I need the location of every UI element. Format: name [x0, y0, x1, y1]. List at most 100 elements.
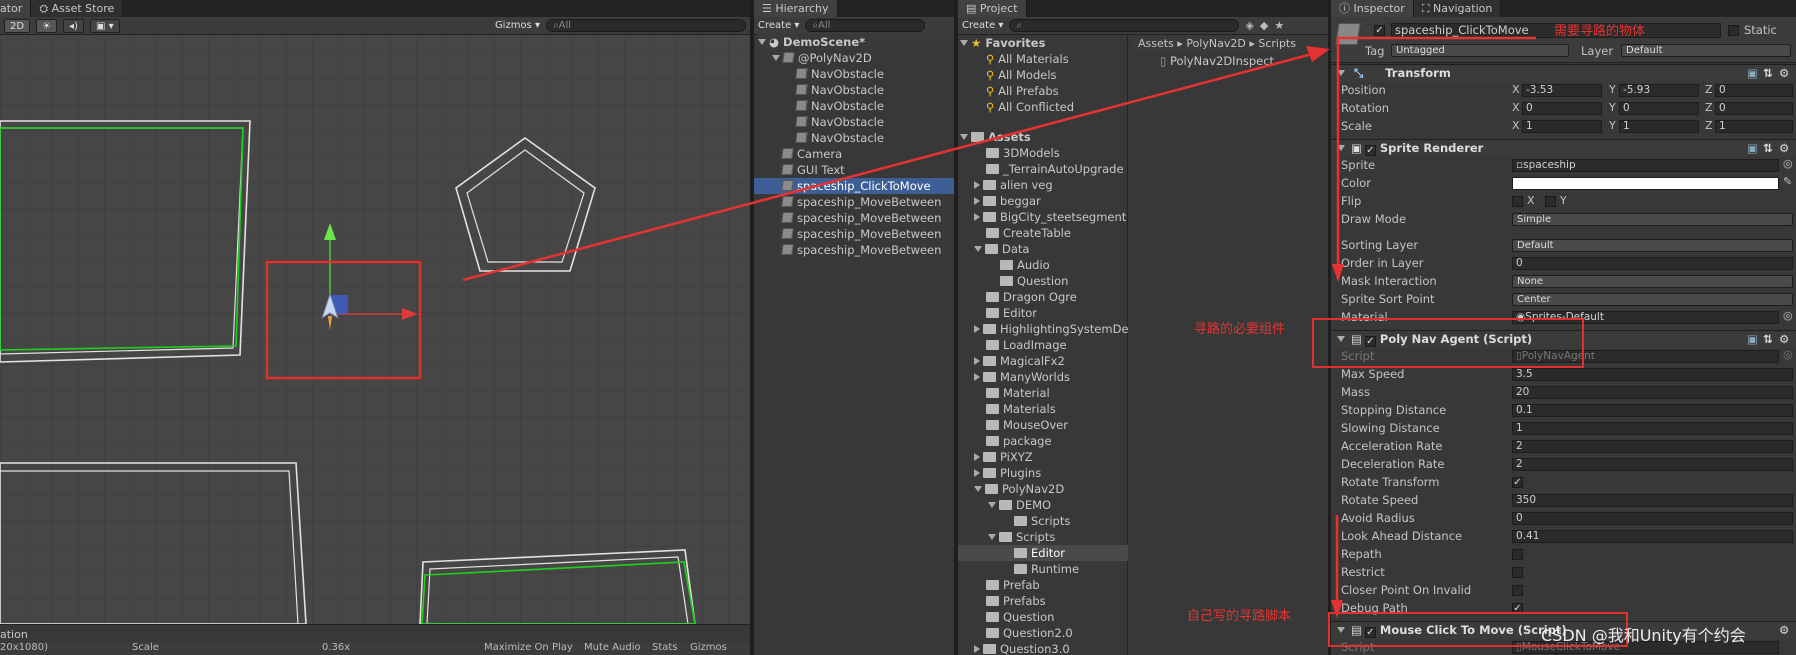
- hierarchy-item-selected[interactable]: spaceship_ClickToMove: [754, 178, 954, 194]
- sprite-renderer-enabled-checkbox[interactable]: ✓: [1364, 145, 1376, 156]
- folder-item[interactable]: Plugins: [974, 465, 1041, 481]
- tab-inspector[interactable]: ⓘ Inspector: [1331, 0, 1414, 17]
- position-y-field[interactable]: -5.93: [1619, 84, 1699, 97]
- mass-field[interactable]: 20: [1512, 386, 1793, 399]
- script-file-item[interactable]: ▯ PolyNav2DInspect: [1160, 53, 1274, 69]
- folder-item[interactable]: ManyWorlds: [974, 369, 1070, 385]
- gizmos-dropdown[interactable]: Gizmos ▾: [495, 20, 540, 31]
- expand-arrow-icon[interactable]: [974, 246, 982, 252]
- static-checkbox[interactable]: [1728, 25, 1739, 36]
- folder-item[interactable]: MouseOver: [986, 417, 1068, 433]
- lighting-toggle-icon[interactable]: ☀: [36, 18, 58, 33]
- hierarchy-item[interactable]: spaceship_MoveBetween: [781, 242, 941, 258]
- sorting-layer-dropdown[interactable]: Default: [1512, 239, 1793, 252]
- expand-arrow-icon[interactable]: [758, 39, 766, 45]
- folder-item[interactable]: BigCity_steetsegment: [974, 209, 1126, 225]
- breadcrumb-assets[interactable]: Assets: [1138, 37, 1174, 50]
- collapse-arrow-icon[interactable]: [974, 197, 980, 205]
- folder-item[interactable]: 3DModels: [986, 145, 1060, 161]
- color-swatch[interactable]: [1512, 177, 1779, 190]
- folder-item[interactable]: Materials: [986, 401, 1056, 417]
- position-z-field[interactable]: 0: [1715, 84, 1793, 97]
- filter-by-type-icon[interactable]: ◈: [1245, 19, 1253, 32]
- filter-by-label-icon[interactable]: ◆: [1260, 19, 1268, 32]
- sprite-sort-point-dropdown[interactable]: Center: [1512, 293, 1793, 306]
- closer-point-checkbox[interactable]: [1512, 585, 1523, 596]
- collapse-arrow-icon[interactable]: [974, 213, 980, 221]
- folder-item[interactable]: Runtime: [1014, 561, 1079, 577]
- tab-navigation[interactable]: ⛶ Navigation: [1413, 0, 1502, 17]
- expand-arrow-icon[interactable]: [960, 40, 968, 46]
- scale-z-field[interactable]: 1: [1715, 120, 1793, 133]
- resolution-dropdown[interactable]: 20x1080): [0, 642, 48, 653]
- folder-item[interactable]: MagicalFx2: [974, 353, 1065, 369]
- rotate-transform-checkbox[interactable]: ✓: [1512, 477, 1523, 488]
- collapse-arrow-icon[interactable]: [974, 645, 980, 653]
- hierarchy-search-input[interactable]: ⌕All: [805, 19, 926, 32]
- help-icon[interactable]: ▣: [1747, 140, 1758, 157]
- folder-item[interactable]: Question3.0: [974, 641, 1070, 655]
- folder-item[interactable]: Data: [974, 241, 1029, 257]
- gear-icon[interactable]: ⚙: [1779, 65, 1789, 82]
- sprite-field[interactable]: ▫spaceship: [1512, 159, 1779, 172]
- gear-icon[interactable]: ⚙: [1779, 331, 1789, 348]
- folder-item[interactable]: CreateTable: [986, 225, 1071, 241]
- tab-hierarchy[interactable]: ☰ Hierarchy: [754, 0, 838, 17]
- eyedropper-icon[interactable]: ✎: [1783, 175, 1792, 188]
- folder-item[interactable]: PolyNav2D: [974, 481, 1064, 497]
- preset-icon[interactable]: ⇅: [1763, 65, 1773, 82]
- favorite-item[interactable]: ⚲ All Materials: [986, 51, 1069, 67]
- flip-y-checkbox[interactable]: [1545, 196, 1556, 207]
- hierarchy-item[interactable]: spaceship_MoveBetween: [781, 194, 941, 210]
- avoid-radius-field[interactable]: 0: [1512, 512, 1793, 525]
- folder-item[interactable]: PiXYZ: [974, 449, 1033, 465]
- expand-arrow-icon[interactable]: [974, 486, 982, 492]
- stopping-distance-field[interactable]: 0.1: [1512, 404, 1793, 417]
- breadcrumb-polynav[interactable]: PolyNav2D: [1186, 37, 1246, 50]
- help-icon[interactable]: ▣: [1747, 331, 1758, 348]
- folder-item[interactable]: _TerrainAutoUpgrade: [986, 161, 1124, 177]
- expand-arrow-icon[interactable]: [988, 534, 996, 540]
- max-speed-field[interactable]: 3.5: [1512, 368, 1793, 381]
- gear-icon[interactable]: ⚙: [1779, 140, 1789, 157]
- folder-item[interactable]: package: [986, 433, 1052, 449]
- rotation-y-field[interactable]: 0: [1619, 102, 1699, 115]
- rotation-z-field[interactable]: 0: [1715, 102, 1793, 115]
- folder-item[interactable]: DEMO: [988, 497, 1051, 513]
- favorites-header[interactable]: ★ Favorites: [960, 35, 1045, 51]
- breadcrumb-scripts[interactable]: Scripts: [1258, 37, 1296, 50]
- sprite-renderer-header[interactable]: ▣ ✓ Sprite Renderer ▣ ⇅ ⚙: [1331, 139, 1796, 157]
- folder-item[interactable]: Prefabs: [986, 593, 1046, 609]
- project-create-button[interactable]: Create ▾: [962, 20, 1003, 31]
- folder-item[interactable]: Prefab: [986, 577, 1040, 593]
- folder-item[interactable]: Dragon Ogre: [986, 289, 1077, 305]
- active-checkbox[interactable]: ✓: [1374, 25, 1385, 36]
- folder-item[interactable]: LoadImage: [986, 337, 1067, 353]
- folder-item[interactable]: HighlightingSystemDe: [974, 321, 1129, 337]
- expand-arrow-icon[interactable]: [772, 55, 780, 61]
- look-ahead-distance-field[interactable]: 0.41: [1512, 530, 1793, 543]
- expand-arrow-icon[interactable]: [1337, 70, 1345, 76]
- order-in-layer-field[interactable]: 0: [1512, 257, 1793, 270]
- assets-header[interactable]: Assets: [960, 129, 1031, 145]
- hierarchy-item[interactable]: spaceship_MoveBetween: [781, 226, 941, 242]
- effects-dropdown-icon[interactable]: ▣ ▾: [89, 18, 120, 33]
- folder-item[interactable]: Editor: [986, 305, 1037, 321]
- mask-interaction-dropdown[interactable]: None: [1512, 275, 1793, 288]
- flip-x-checkbox[interactable]: [1512, 196, 1523, 207]
- tab-project[interactable]: ▤ Project: [958, 0, 1027, 17]
- layer-dropdown[interactable]: Default: [1621, 44, 1791, 57]
- favorite-item[interactable]: ⚲ All Prefabs: [986, 83, 1059, 99]
- collapse-arrow-icon[interactable]: [974, 357, 980, 365]
- folder-item-selected[interactable]: Editor: [958, 545, 1128, 561]
- position-x-field[interactable]: -3.53: [1522, 84, 1602, 97]
- rotate-speed-field[interactable]: 350: [1512, 494, 1793, 507]
- hierarchy-item[interactable]: NavObstacle: [795, 114, 884, 130]
- folder-item[interactable]: Material: [986, 385, 1050, 401]
- transform-header[interactable]: ⤡ Transform ▣ ⇅ ⚙: [1331, 64, 1796, 82]
- hierarchy-item[interactable]: NavObstacle: [795, 66, 884, 82]
- scene-search-input[interactable]: ⌕All: [546, 19, 746, 32]
- hierarchy-item[interactable]: NavObstacle: [795, 82, 884, 98]
- tag-dropdown[interactable]: Untagged: [1391, 44, 1569, 57]
- folder-item[interactable]: Audio: [1000, 257, 1050, 273]
